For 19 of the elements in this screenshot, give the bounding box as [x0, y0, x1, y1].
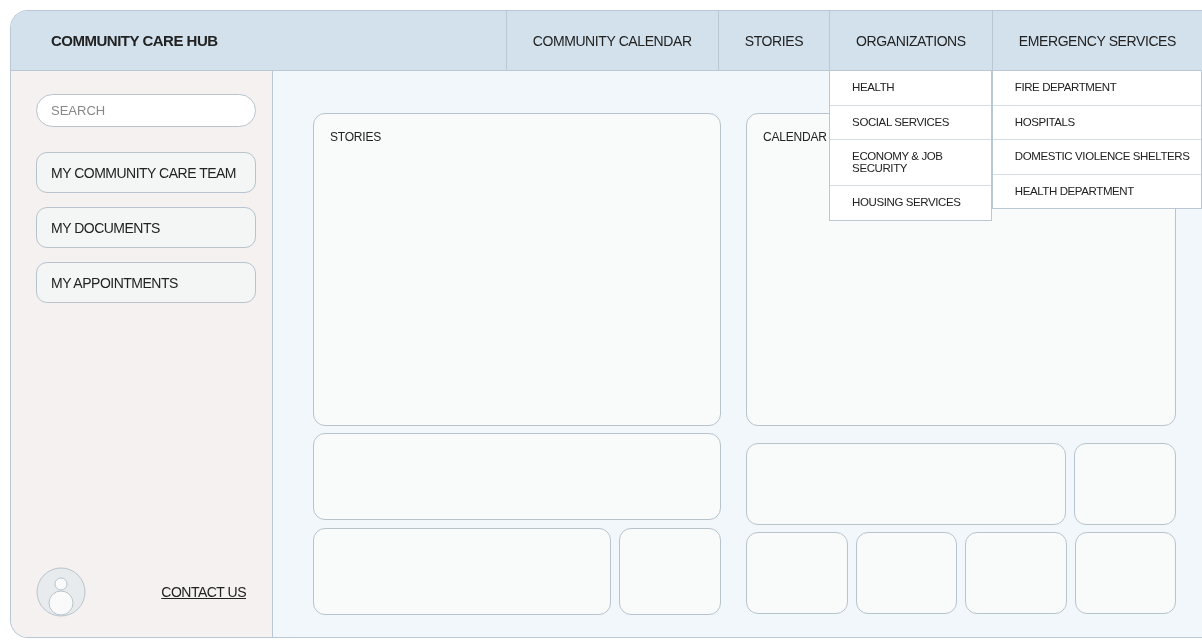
- menu-item[interactable]: ECONOMY & JOB SECURITY: [830, 139, 991, 185]
- sidebar-button[interactable]: MY DOCUMENTS: [36, 207, 256, 248]
- menu-item[interactable]: HEALTH: [830, 71, 991, 105]
- panel-title: CALENDAR: [763, 130, 828, 144]
- contact-link[interactable]: CONTACT US: [161, 584, 246, 600]
- nav-item[interactable]: COMMUNITY CALENDAR: [505, 11, 718, 70]
- menu-item[interactable]: DOMESTIC VIOLENCE SHELTERS: [992, 139, 1201, 174]
- menu-item[interactable]: HOUSING SERVICES: [830, 185, 991, 220]
- sidebar-button[interactable]: MY COMMUNITY CARE TEAM: [36, 152, 256, 193]
- sidebar-button[interactable]: MY APPOINTMENTS: [36, 262, 256, 303]
- nav-item[interactable]: STORIES: [717, 11, 830, 70]
- menu-item[interactable]: SOCIAL SERVICES: [830, 104, 991, 139]
- site-title: COMMUNITY CARE HUB: [50, 31, 219, 51]
- menu-item[interactable]: FIRE DEPARTMENT: [992, 71, 1201, 105]
- panel-title: STORIES: [330, 130, 383, 144]
- menu-item[interactable]: HEALTH DEPARTMENT: [992, 173, 1201, 208]
- search-field[interactable]: SEARCH: [36, 94, 256, 127]
- menu-item[interactable]: HOSPITALS: [992, 104, 1201, 139]
- avatar-icon[interactable]: [36, 567, 86, 617]
